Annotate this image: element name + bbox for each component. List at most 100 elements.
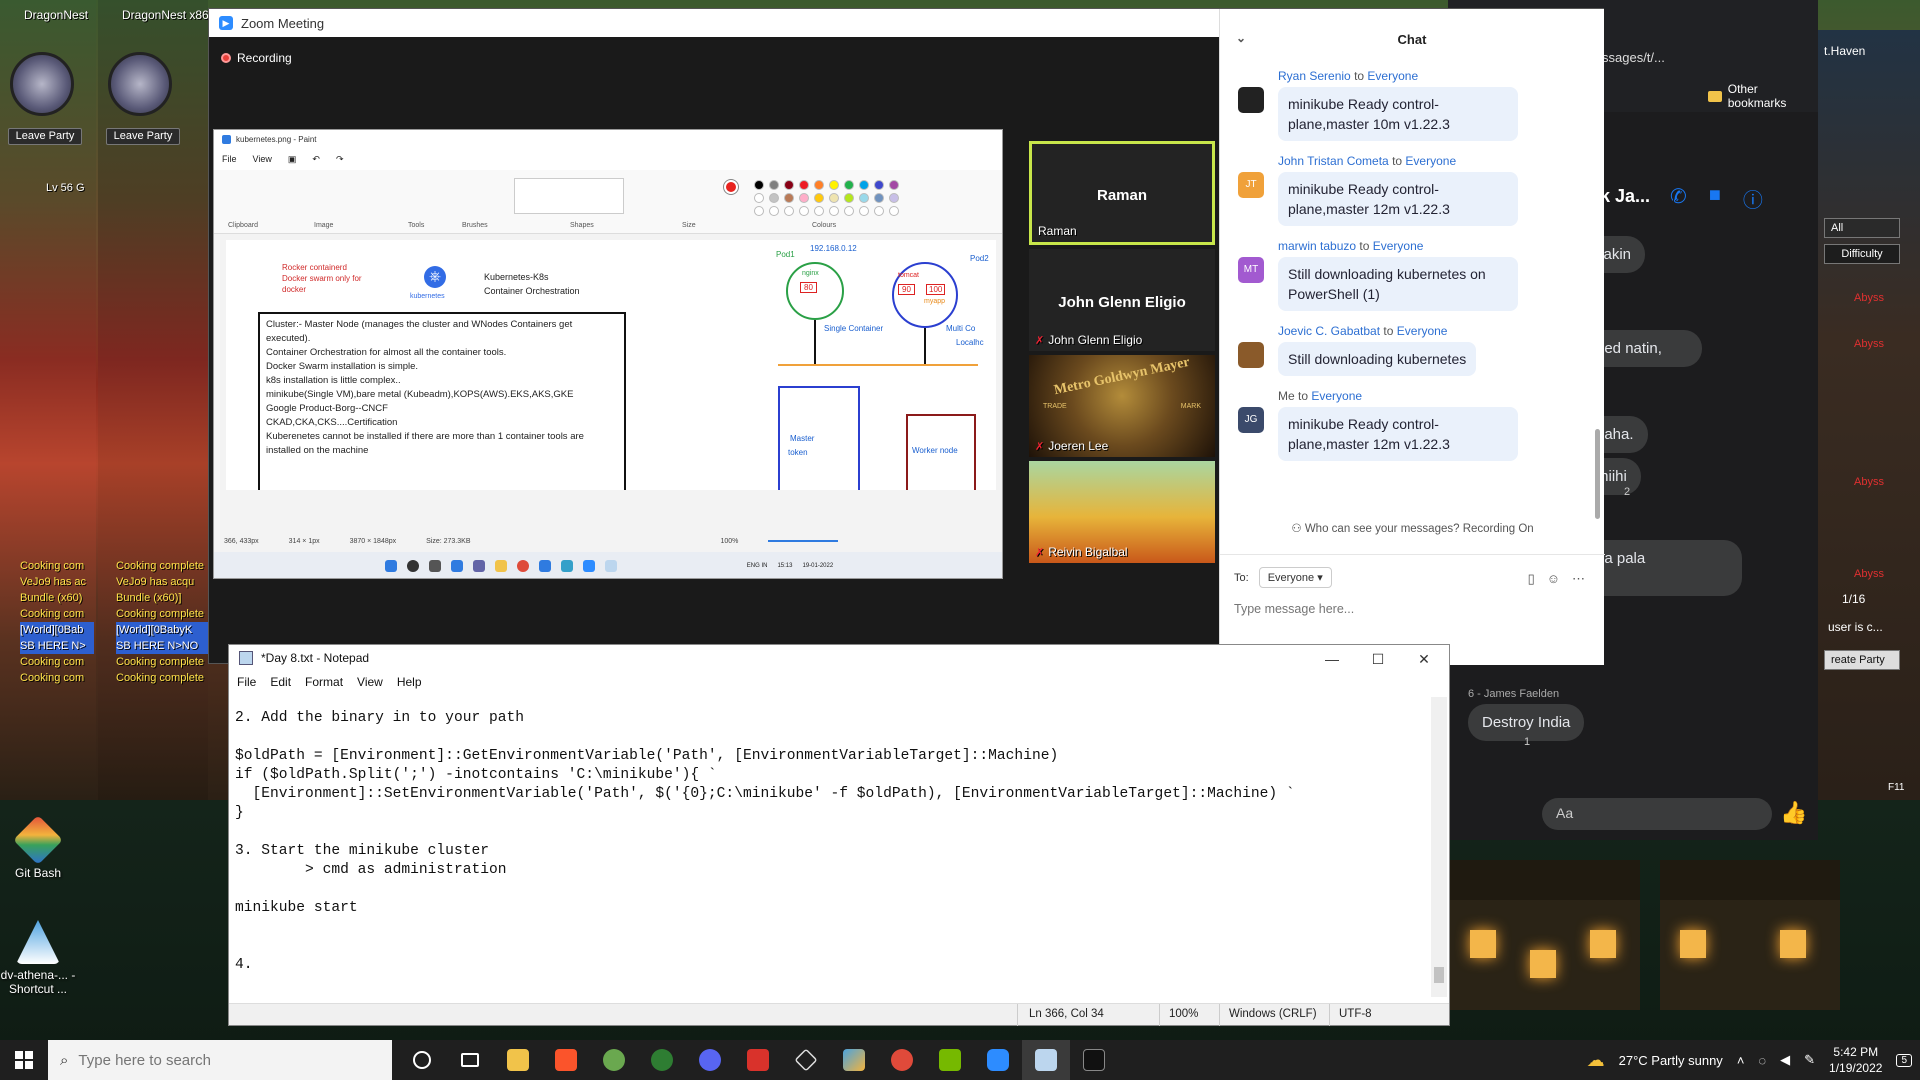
chevron-up-icon[interactable]: ˄ (1737, 1053, 1745, 1068)
notification-icon[interactable]: 5 (1896, 1053, 1912, 1067)
sender-name[interactable]: Joevic C. Gabatbat (1278, 324, 1380, 338)
video-tile-raman[interactable]: Raman Raman (1029, 141, 1215, 245)
file-explorer-icon[interactable] (494, 1040, 542, 1080)
paint-window-title: kubernetes.png - Paint (236, 134, 317, 144)
clock[interactable]: 5:42 PM 1/19/2022 (1829, 1044, 1882, 1076)
app-icon[interactable] (686, 1040, 734, 1080)
recipient-name[interactable]: Everyone (1373, 239, 1424, 253)
recipient-select[interactable]: Everyone ▾ (1258, 567, 1332, 588)
message-text: Still downloading kubernetes on PowerShe… (1278, 257, 1518, 311)
leave-party-button[interactable]: Leave Party (8, 128, 82, 145)
party-name: DragonNest x86 (122, 8, 209, 22)
message-bubble: na pala (1582, 540, 1742, 596)
notepad-icon[interactable] (1022, 1040, 1070, 1080)
menu-help[interactable]: Help (397, 675, 422, 689)
sender-name[interactable]: marwin tabuzo (1278, 239, 1356, 253)
menu-view[interactable]: View (253, 154, 272, 164)
current-color-icon[interactable] (724, 180, 738, 194)
color-palette[interactable] (754, 180, 901, 216)
menu-edit[interactable]: Edit (270, 675, 291, 689)
wps-icon[interactable] (734, 1040, 782, 1080)
video-tile-joeren[interactable]: Metro Goldwyn Mayer TRADE MARK ✗ Joeren L… (1029, 355, 1215, 457)
video-tile-reivin[interactable]: ✗ Reivin Bigalbal (1029, 461, 1215, 563)
browser-url[interactable]: ssages/t/... (1602, 50, 1665, 65)
notepad-window: *Day 8.txt - Notepad — ☐ ✕ File Edit For… (228, 644, 1450, 1026)
recording-indicator[interactable]: Recording (221, 51, 292, 65)
box-icon[interactable] (782, 1040, 830, 1080)
message-visibility-link[interactable]: ⚇ Who can see your messages? Recording O… (1220, 521, 1605, 535)
more-icon[interactable]: ⋯ (1572, 571, 1585, 587)
zoom-icon[interactable] (974, 1040, 1022, 1080)
terminal-icon[interactable] (1070, 1040, 1118, 1080)
messenger-composer[interactable]: Aa (1542, 798, 1772, 830)
avatar[interactable] (108, 52, 172, 116)
bookmarks-folder[interactable]: Other bookmarks (1708, 82, 1818, 110)
weather-text[interactable]: 27°C Partly sunny (1619, 1053, 1723, 1068)
pen-icon[interactable]: ✎ (1804, 1052, 1815, 1068)
like-icon[interactable]: 👍 (1780, 800, 1807, 826)
participant-name: ✗ Reivin Bigalbal (1035, 545, 1128, 559)
difficulty-header[interactable]: Difficulty (1824, 244, 1900, 264)
info-icon[interactable]: ⓘ (1743, 184, 1763, 213)
hs-icon[interactable] (638, 1040, 686, 1080)
level-label: Lv 56 G (46, 182, 85, 194)
leave-party-button[interactable]: Leave Party (106, 128, 180, 145)
vertical-scrollbar[interactable] (1431, 697, 1447, 997)
chat-messages[interactable]: Ryan Serenio to Everyone minikube Ready … (1220, 69, 1590, 519)
chat-scrollbar[interactable] (1595, 429, 1600, 519)
paint-canvas[interactable]: Rocker containerd Docker swarm only for … (226, 240, 996, 490)
ribbon-group-label: Size (682, 222, 696, 229)
file-icon[interactable]: ▯ (1528, 571, 1535, 587)
desktop-icon-git-bash[interactable]: Git Bash (0, 815, 76, 880)
port100-label: 100 (926, 284, 946, 295)
zoom-slider[interactable] (768, 540, 839, 542)
emoji-icon[interactable]: ☺ (1547, 571, 1560, 587)
abyss-label: Abyss (1854, 338, 1884, 350)
sender-name[interactable]: John Tristan Cometa (1278, 154, 1389, 168)
avatar: JG (1238, 407, 1264, 433)
task-view-icon[interactable] (446, 1040, 494, 1080)
recipient-name[interactable]: Everyone (1311, 389, 1362, 403)
create-party-button[interactable]: reate Party (1824, 650, 1900, 670)
redo-icon[interactable]: ↷ (336, 154, 344, 165)
taskbar-search-input[interactable] (78, 1051, 359, 1069)
menu-format[interactable]: Format (305, 675, 343, 689)
video-tile-john-glenn[interactable]: John Glenn Eligio ✗ John Glenn Eligio (1029, 249, 1215, 351)
app-icon[interactable] (590, 1040, 638, 1080)
chevron-down-icon[interactable]: ⌄ (1236, 31, 1246, 45)
nvidia-icon[interactable] (926, 1040, 974, 1080)
chat-message-input[interactable] (1234, 602, 1534, 616)
menu-view[interactable]: View (357, 675, 383, 689)
game-filter-select[interactable]: All (1824, 218, 1900, 238)
video-icon[interactable]: ■ (1709, 184, 1721, 213)
volume-icon[interactable]: ◀ (1780, 1052, 1790, 1068)
maximize-icon[interactable]: ☐ (1355, 645, 1401, 673)
minimize-icon[interactable]: — (1309, 645, 1355, 673)
start-button[interactable] (0, 1040, 48, 1080)
heading-line: Container Orchestration (484, 286, 580, 296)
brave-icon[interactable] (542, 1040, 590, 1080)
undo-icon[interactable]: ↶ (312, 154, 320, 165)
taskbar-search[interactable]: ⌕ (48, 1040, 392, 1080)
recipient-name[interactable]: Everyone (1397, 324, 1448, 338)
cortana-icon[interactable] (398, 1040, 446, 1080)
phone-icon[interactable]: ✆ (1670, 184, 1687, 213)
paint-icon[interactable] (830, 1040, 878, 1080)
desktop-icon-dv-athena[interactable]: dv-athena-... - Shortcut ... (0, 920, 76, 996)
shapes-gallery[interactable] (514, 178, 624, 214)
save-icon[interactable]: ▣ (288, 154, 297, 165)
close-icon[interactable]: ✕ (1401, 645, 1447, 673)
game-icon[interactable] (878, 1040, 926, 1080)
log-line: Bundle (x60)] (116, 592, 182, 604)
myapp-label: myapp (924, 298, 946, 305)
menu-file[interactable]: File (237, 675, 256, 689)
menu-file[interactable]: File (222, 154, 237, 164)
notepad-text-area[interactable]: 2. Add the binary in to your path $oldPa… (233, 697, 1429, 997)
weather-icon[interactable]: ☁ (1587, 1050, 1605, 1071)
network-icon[interactable]: ◌ (1758, 1053, 1766, 1068)
recipient-name[interactable]: Everyone (1405, 154, 1456, 168)
explorer-icon (494, 560, 507, 572)
avatar[interactable] (10, 52, 74, 116)
recipient-name[interactable]: Everyone (1367, 69, 1418, 83)
sender-name[interactable]: Ryan Serenio (1278, 69, 1351, 83)
